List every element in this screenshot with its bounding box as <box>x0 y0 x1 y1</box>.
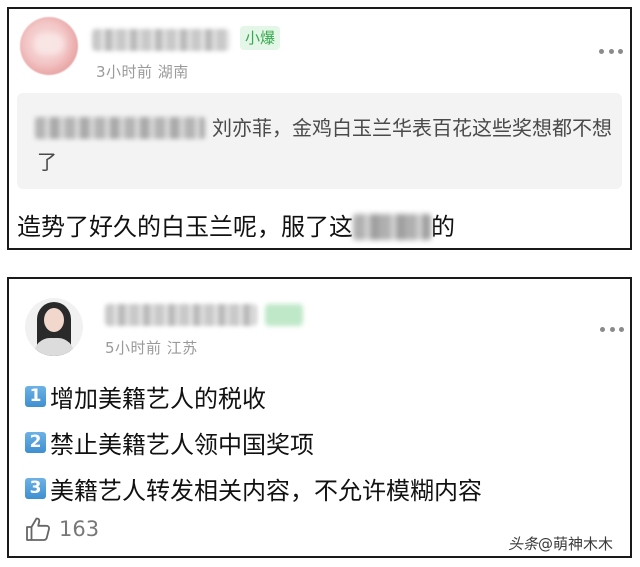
like-count: 163 <box>59 517 100 541</box>
quoted-comment[interactable]: 刘亦菲，金鸡白玉兰华表百花这些奖想都不想了 <box>17 93 622 189</box>
list-item-text: 美籍艺人转发相关内容，不允许模糊内容 <box>50 476 482 505</box>
avatar[interactable] <box>20 17 78 75</box>
like-button[interactable]: 163 <box>25 516 99 542</box>
more-options-icon[interactable] <box>600 325 624 333</box>
list-item: 2 禁止美籍艺人领中国奖项 <box>25 419 482 465</box>
quoted-text: 刘亦菲，金鸡白玉兰华表百花这些奖想都不想了 <box>37 116 612 174</box>
source-watermark: 头条@萌神木木 <box>508 533 613 554</box>
list-item: 1 增加美籍艺人的税收 <box>25 373 482 419</box>
watermark-prefix: 头条 <box>508 535 539 553</box>
number-1-icon: 1 <box>25 385 46 407</box>
thumbs-up-icon <box>26 517 50 541</box>
more-options-icon[interactable] <box>599 47 623 55</box>
username-blurred[interactable] <box>92 29 230 51</box>
comment-text: 造势了好久的白玉兰呢，服了这 的 <box>17 207 455 242</box>
list-item-text: 增加美籍艺人的税收 <box>50 384 266 413</box>
number-2-icon: 2 <box>25 431 46 453</box>
numbered-list: 1 增加美籍艺人的税收 2 禁止美籍艺人领中国奖项 3 美籍艺人转发相关内容，不… <box>25 373 482 511</box>
post-meta: 5小时前 江苏 <box>105 339 198 357</box>
list-item-text: 禁止美籍艺人领中国奖项 <box>50 430 314 459</box>
comment-text-suffix: 的 <box>431 213 455 241</box>
user-badge-blurred <box>265 304 303 326</box>
list-item: 3 美籍艺人转发相关内容，不允许模糊内容 <box>25 465 482 511</box>
number-3-icon: 3 <box>25 477 46 499</box>
user-badge: 小爆 <box>240 26 281 50</box>
comment-text-prefix: 造势了好久的白玉兰呢，服了这 <box>17 213 353 241</box>
comment-card: 小爆 3小时前 湖南 刘亦菲，金鸡白玉兰华表百花这些奖想都不想了 造势了好久的白… <box>7 7 632 250</box>
comment-card: 5小时前 江苏 1 增加美籍艺人的税收 2 禁止美籍艺人领中国奖项 3 美籍艺人… <box>7 277 632 558</box>
post-meta: 3小时前 湖南 <box>96 63 189 81</box>
watermark-handle: @萌神木木 <box>538 535 614 553</box>
username-blurred[interactable] <box>105 304 257 326</box>
avatar[interactable] <box>25 298 83 356</box>
blurred-word <box>353 214 431 240</box>
